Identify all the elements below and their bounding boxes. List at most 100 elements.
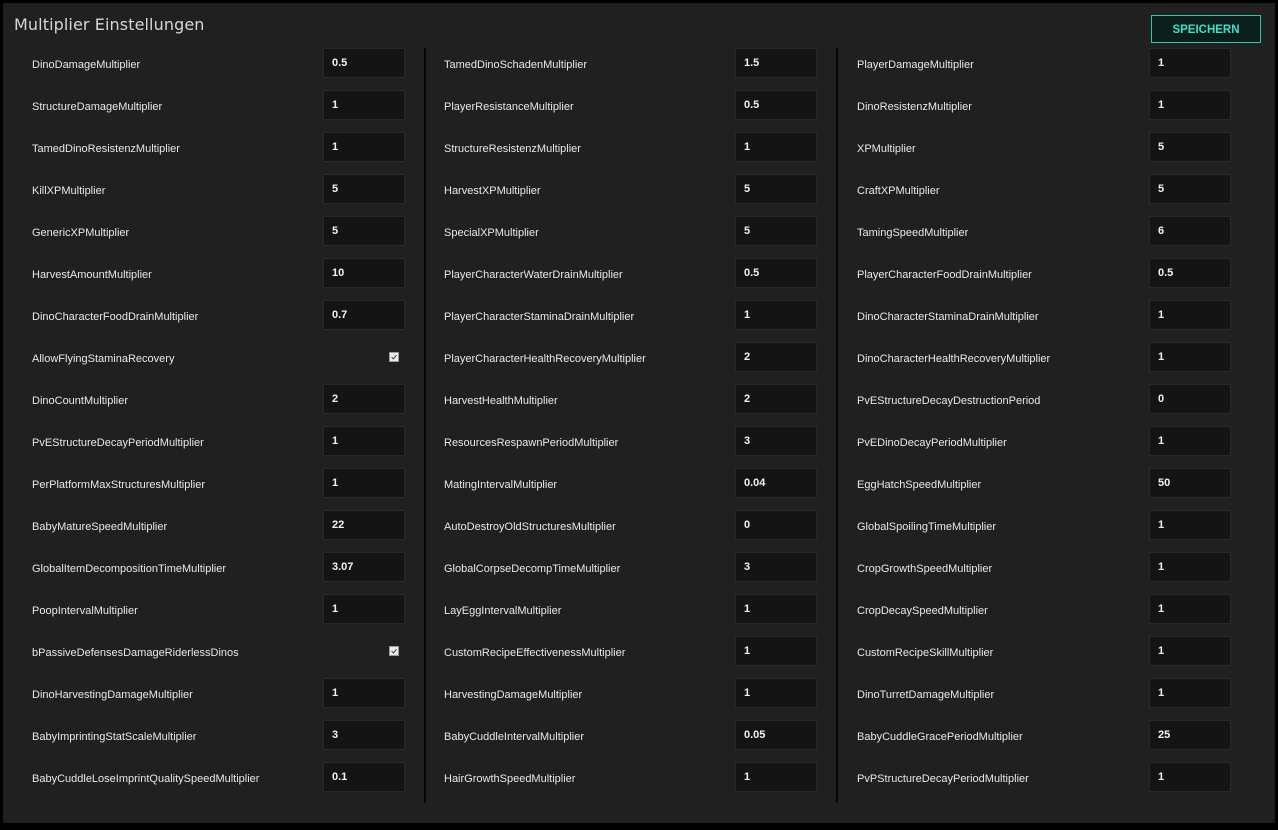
setting-value-input[interactable] — [735, 468, 817, 498]
setting-label: DinoDamageMultiplier — [32, 59, 141, 71]
setting-value-input[interactable] — [323, 132, 405, 162]
setting-value-input[interactable] — [1149, 300, 1231, 330]
save-button[interactable]: SPEICHERN — [1151, 15, 1261, 43]
setting-value-input[interactable] — [323, 216, 405, 246]
setting-value-input[interactable] — [735, 678, 817, 708]
setting-value-input[interactable] — [1149, 594, 1231, 624]
setting-value-input[interactable] — [323, 552, 405, 582]
setting-value-input[interactable] — [1149, 426, 1231, 456]
setting-label: PlayerCharacterWaterDrainMultiplier — [444, 269, 623, 281]
setting-value-input[interactable] — [1149, 384, 1231, 414]
setting-value-input[interactable] — [735, 342, 817, 372]
setting-label: TamingSpeedMultiplier — [857, 227, 969, 239]
setting-label: PlayerCharacterFoodDrainMultiplier — [857, 269, 1032, 281]
setting-label: TamedDinoSchadenMultiplier — [444, 59, 588, 71]
setting-label: DinoTurretDamageMultiplier — [857, 689, 995, 701]
setting-value-input[interactable] — [735, 216, 817, 246]
setting-label: DinoCountMultiplier — [32, 395, 128, 407]
setting-value-input[interactable] — [1149, 258, 1231, 288]
setting-value-input[interactable] — [735, 258, 817, 288]
setting-label: LayEggIntervalMultiplier — [444, 605, 562, 617]
setting-label: GlobalItemDecompositionTimeMultiplier — [32, 563, 226, 575]
setting-value-input[interactable] — [735, 594, 817, 624]
setting-value-input[interactable] — [323, 300, 405, 330]
setting-value-input[interactable] — [323, 258, 405, 288]
setting-label: PvEStructureDecayDestructionPeriod — [857, 395, 1041, 407]
setting-label: DinoCharacterFoodDrainMultiplier — [32, 311, 199, 323]
setting-value-input[interactable] — [1149, 132, 1231, 162]
setting-label: StructureResistenzMultiplier — [444, 143, 581, 155]
setting-value-input[interactable] — [323, 48, 405, 78]
setting-label: StructureDamageMultiplier — [32, 101, 163, 113]
setting-checkbox[interactable] — [389, 646, 399, 656]
setting-label: KillXPMultiplier — [32, 185, 106, 197]
setting-label: HarvestAmountMultiplier — [32, 269, 152, 281]
setting-value-input[interactable] — [323, 90, 405, 120]
setting-label: BabyCuddleIntervalMultiplier — [444, 731, 585, 743]
setting-value-input[interactable] — [1149, 552, 1231, 582]
setting-label: HarvestXPMultiplier — [444, 185, 541, 197]
setting-value-input[interactable] — [735, 384, 817, 414]
setting-label: AutoDestroyOldStructuresMultiplier — [444, 521, 616, 533]
setting-label: PlayerResistanceMultiplier — [444, 101, 574, 113]
setting-value-input[interactable] — [323, 594, 405, 624]
setting-label: MatingIntervalMultiplier — [444, 479, 558, 491]
setting-value-input[interactable] — [323, 468, 405, 498]
setting-value-input[interactable] — [1149, 468, 1231, 498]
setting-label: DinoHarvestingDamageMultiplier — [32, 689, 193, 701]
setting-label: GlobalCorpseDecompTimeMultiplier — [444, 563, 621, 575]
setting-value-input[interactable] — [735, 510, 817, 540]
setting-label: HairGrowthSpeedMultiplier — [444, 773, 576, 785]
setting-label: PerPlatformMaxStructuresMultiplier — [32, 479, 205, 491]
setting-value-input[interactable] — [1149, 636, 1231, 666]
setting-label: PlayerCharacterStaminaDrainMultiplier — [444, 311, 635, 323]
setting-value-input[interactable] — [1149, 90, 1231, 120]
setting-value-input[interactable] — [735, 48, 817, 78]
setting-value-input[interactable] — [323, 510, 405, 540]
setting-value-input[interactable] — [1149, 762, 1231, 792]
setting-value-input[interactable] — [323, 720, 405, 750]
setting-value-input[interactable] — [323, 174, 405, 204]
setting-label: GenericXPMultiplier — [32, 227, 130, 239]
setting-checkbox[interactable] — [389, 352, 399, 362]
setting-label: CropDecaySpeedMultiplier — [857, 605, 988, 617]
setting-value-input[interactable] — [1149, 720, 1231, 750]
setting-value-input[interactable] — [1149, 216, 1231, 246]
setting-label: PvEDinoDecayPeriodMultiplier — [857, 437, 1007, 449]
setting-label: PvPStructureDecayPeriodMultiplier — [857, 773, 1029, 785]
setting-value-input[interactable] — [1149, 678, 1231, 708]
setting-label: HarvestHealthMultiplier — [444, 395, 558, 407]
setting-label: bPassiveDefensesDamageRiderlessDinos — [32, 647, 239, 659]
setting-label: PlayerCharacterHealthRecoveryMultiplier — [444, 353, 646, 365]
setting-label: DinoResistenzMultiplier — [857, 101, 972, 113]
setting-label: DinoCharacterHealthRecoveryMultiplier — [857, 353, 1051, 365]
setting-value-input[interactable] — [735, 300, 817, 330]
setting-label: GlobalSpoilingTimeMultiplier — [857, 521, 996, 533]
setting-value-input[interactable] — [323, 762, 405, 792]
check-icon — [391, 354, 397, 360]
setting-label: PoopIntervalMultiplier — [32, 605, 138, 617]
setting-value-input[interactable] — [735, 720, 817, 750]
setting-label: DinoCharacterStaminaDrainMultiplier — [857, 311, 1039, 323]
column-divider — [424, 48, 426, 803]
setting-value-input[interactable] — [1149, 174, 1231, 204]
setting-value-input[interactable] — [1149, 48, 1231, 78]
setting-value-input[interactable] — [735, 174, 817, 204]
setting-value-input[interactable] — [323, 678, 405, 708]
setting-value-input[interactable] — [735, 132, 817, 162]
setting-value-input[interactable] — [1149, 510, 1231, 540]
setting-value-input[interactable] — [735, 762, 817, 792]
setting-label: CraftXPMultiplier — [857, 185, 940, 197]
setting-value-input[interactable] — [735, 90, 817, 120]
setting-label: AllowFlyingStaminaRecovery — [32, 353, 175, 365]
setting-label: BabyCuddleLoseImprintQualitySpeedMultipl… — [32, 773, 260, 785]
setting-value-input[interactable] — [735, 426, 817, 456]
setting-label: HarvestingDamageMultiplier — [444, 689, 583, 701]
setting-value-input[interactable] — [323, 384, 405, 414]
setting-label: XPMultiplier — [857, 143, 916, 155]
setting-value-input[interactable] — [735, 636, 817, 666]
setting-value-input[interactable] — [735, 552, 817, 582]
setting-label: TamedDinoResistenzMultiplier — [32, 143, 180, 155]
setting-value-input[interactable] — [1149, 342, 1231, 372]
setting-value-input[interactable] — [323, 426, 405, 456]
